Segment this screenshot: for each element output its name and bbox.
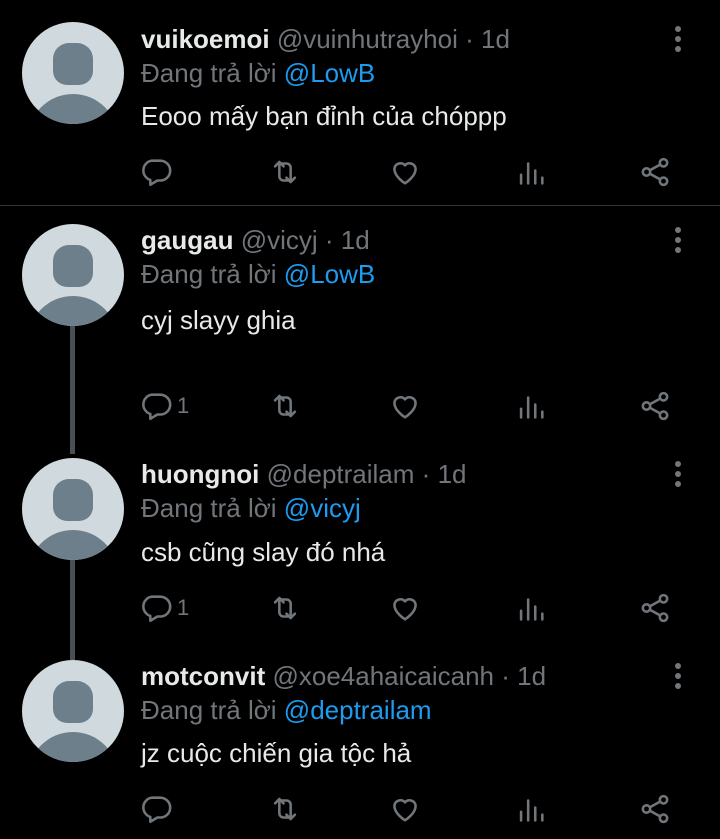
timestamp[interactable]: 1d — [438, 459, 467, 489]
reply-icon — [139, 155, 173, 189]
mention-link[interactable]: @vicyj — [284, 493, 361, 523]
replying-to: Đang trả lời @deptrailam — [141, 695, 432, 725]
share-icon — [638, 389, 672, 423]
user-handle[interactable]: @vicyj — [241, 225, 318, 255]
more-vertical-icon — [675, 461, 681, 467]
action-bar: 1 — [0, 591, 720, 625]
more-options-button[interactable] — [668, 24, 688, 54]
heart-icon — [388, 389, 422, 423]
mention-link[interactable]: @LowB — [284, 58, 375, 88]
like-button[interactable] — [388, 389, 422, 423]
share-button[interactable] — [638, 155, 672, 189]
share-button[interactable] — [638, 389, 672, 423]
username[interactable]: gaugau — [141, 225, 233, 255]
analytics-icon — [514, 155, 548, 189]
more-options-button[interactable] — [668, 225, 688, 255]
replying-to-label: Đang trả lời — [141, 259, 277, 289]
tweet-text: csb cũng slay đó nhá — [141, 537, 386, 567]
tweet-text: Eooo mấy bạn đỉnh của chóppp — [141, 101, 507, 131]
replying-to-label: Đang trả lời — [141, 695, 277, 725]
separator-dot: · — [465, 24, 474, 54]
share-button[interactable] — [638, 591, 672, 625]
action-bar: 1 — [0, 389, 720, 423]
retweet-button[interactable] — [268, 389, 302, 423]
username[interactable]: huongnoi — [141, 459, 259, 489]
tweet-text: cyj slayy ghia — [141, 305, 296, 335]
more-vertical-icon — [675, 26, 681, 32]
replying-to-label: Đang trả lời — [141, 58, 277, 88]
reply-count: 1 — [177, 595, 190, 620]
reply-button[interactable] — [139, 792, 177, 826]
tweet-text: jz cuộc chiến gia tộc hả — [141, 738, 412, 768]
reply-button[interactable] — [139, 155, 177, 189]
heart-icon — [388, 792, 422, 826]
mention-link[interactable]: @deptrailam — [284, 695, 432, 725]
views-button[interactable] — [514, 155, 548, 189]
reply-icon — [139, 792, 173, 826]
retweet-button[interactable] — [268, 792, 302, 826]
username[interactable]: motconvit — [141, 661, 265, 691]
like-button[interactable] — [388, 792, 422, 826]
tweet-header: motconvit @xoe4ahaicaicanh · 1d — [141, 661, 546, 691]
reply-icon — [139, 389, 173, 423]
replying-to: Đang trả lời @vicyj — [141, 493, 361, 523]
analytics-icon — [514, 792, 548, 826]
separator-dot: · — [501, 661, 510, 691]
divider — [0, 205, 720, 206]
heart-icon — [388, 155, 422, 189]
reply-count: 1 — [177, 393, 190, 418]
reply-icon — [139, 591, 173, 625]
share-icon — [638, 591, 672, 625]
user-handle[interactable]: @deptrailam — [267, 459, 415, 489]
avatar[interactable] — [22, 224, 124, 326]
analytics-icon — [514, 389, 548, 423]
username[interactable]: vuikoemoi — [141, 24, 270, 54]
retweet-button[interactable] — [268, 591, 302, 625]
action-bar — [0, 792, 720, 826]
more-options-button[interactable] — [668, 459, 688, 489]
analytics-icon — [514, 591, 548, 625]
mention-link[interactable]: @LowB — [284, 259, 375, 289]
replying-to: Đang trả lời @LowB — [141, 58, 375, 88]
retweet-icon — [268, 591, 302, 625]
more-vertical-icon — [675, 227, 681, 233]
separator-dot: · — [421, 459, 431, 489]
user-handle[interactable]: @vuinhutrayhoi — [277, 24, 458, 54]
avatar[interactable] — [22, 660, 124, 762]
timestamp[interactable]: 1d — [341, 225, 370, 255]
share-button[interactable] — [638, 792, 672, 826]
retweet-icon — [268, 155, 302, 189]
views-button[interactable] — [514, 389, 548, 423]
replying-to-label: Đang trả lời — [141, 493, 277, 523]
retweet-button[interactable] — [268, 155, 302, 189]
more-options-button[interactable] — [668, 661, 688, 691]
avatar[interactable] — [22, 22, 124, 124]
timestamp[interactable]: 1d — [481, 24, 510, 54]
like-button[interactable] — [388, 155, 422, 189]
avatar[interactable] — [22, 458, 124, 560]
replying-to: Đang trả lời @LowB — [141, 259, 375, 289]
like-button[interactable] — [388, 591, 422, 625]
user-handle[interactable]: @xoe4ahaicaicanh — [272, 661, 494, 691]
views-button[interactable] — [514, 792, 548, 826]
action-bar — [0, 155, 720, 189]
views-button[interactable] — [514, 591, 548, 625]
more-vertical-icon — [675, 663, 681, 669]
tweet-header: huongnoi @deptrailam · 1d — [141, 459, 467, 489]
reply-button[interactable]: 1 — [139, 389, 189, 423]
reply-button[interactable]: 1 — [139, 591, 189, 625]
tweet-header: gaugau @vicyj · 1d — [141, 225, 370, 255]
retweet-icon — [268, 792, 302, 826]
heart-icon — [388, 591, 422, 625]
share-icon — [638, 792, 672, 826]
timestamp[interactable]: 1d — [517, 661, 546, 691]
share-icon — [638, 155, 672, 189]
retweet-icon — [268, 389, 302, 423]
tweet-header: vuikoemoi @vuinhutrayhoi · 1d — [141, 24, 510, 54]
separator-dot: · — [324, 225, 334, 255]
